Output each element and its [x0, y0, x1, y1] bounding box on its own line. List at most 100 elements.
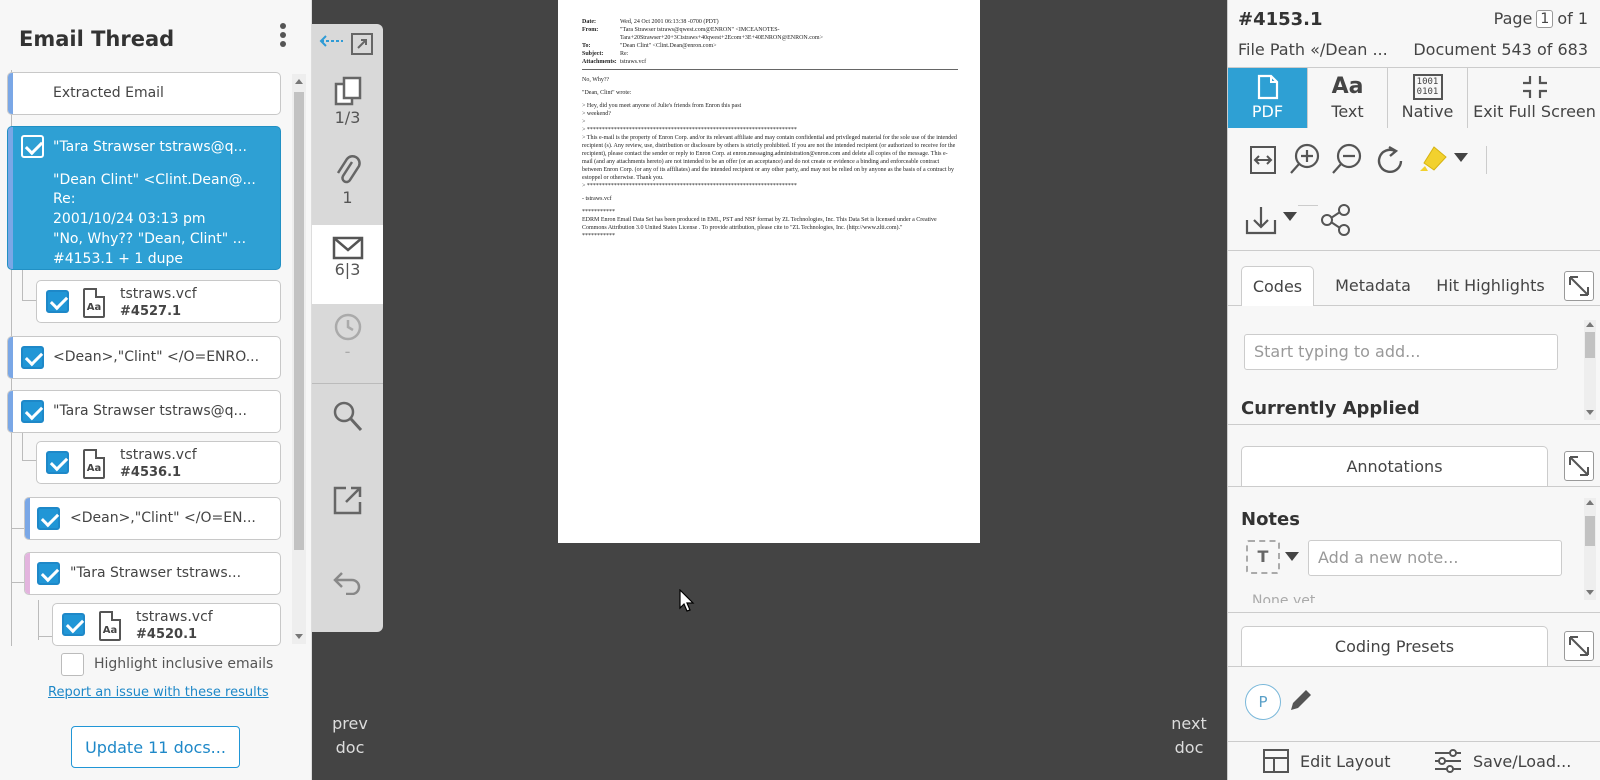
pencil-icon[interactable]	[1287, 686, 1315, 714]
paperclip-icon	[336, 155, 361, 184]
document-details-panel: #4153.1 Page 1 of 1 File Path «/Dean ...…	[1227, 0, 1600, 780]
layout-icon	[1263, 749, 1289, 773]
tab-coding-presets[interactable]: Coding Presets	[1241, 626, 1548, 666]
email-body-paragraph: "Dean, Clint" wrote:	[582, 90, 632, 96]
notes-scrollbar[interactable]	[1584, 498, 1596, 600]
codes-search-input[interactable]: Start typing to add...	[1244, 334, 1558, 370]
codes-scrollbar[interactable]	[1584, 320, 1596, 420]
document-count: Document 543 of 683	[1413, 40, 1588, 59]
thread-item-email[interactable]: <Dean>,"Clint" </O=EN...	[24, 497, 281, 540]
panel-footer: Edit Layout Save/Load...	[1228, 741, 1600, 780]
collapse-arrow-icon[interactable]	[318, 34, 346, 48]
thread-scrollbar[interactable]	[292, 74, 306, 644]
file-icon: Aa	[99, 611, 121, 641]
email-header-row: Date: Wed, 24 Oct 2001 06:13:38 -0700 (PD…	[582, 19, 719, 25]
add-note-input[interactable]: Add a new note...	[1308, 540, 1562, 576]
rotate-icon[interactable]	[1375, 145, 1407, 177]
tab-hit-highlights[interactable]: Hit Highlights	[1428, 266, 1553, 306]
prev-doc-button[interactable]: prev doc	[320, 712, 380, 760]
zoom-out-icon[interactable]	[1330, 142, 1364, 176]
search-icon[interactable]	[312, 400, 383, 434]
item-checkbox[interactable]	[21, 135, 44, 158]
viewer-tool-strip: 1/3 1 6|3 -	[312, 24, 383, 632]
tab-codes[interactable]: Codes	[1241, 266, 1314, 306]
tab-native[interactable]: 1001 0101 Native	[1388, 68, 1468, 128]
item-checkbox[interactable]	[21, 346, 44, 369]
tab-metadata[interactable]: Metadata	[1323, 266, 1423, 306]
fit-width-icon[interactable]	[1249, 145, 1277, 175]
pdf-file-icon	[1257, 74, 1278, 100]
email-body-paragraph: No, Why??	[582, 77, 610, 83]
tab-text[interactable]: Aa Text	[1308, 68, 1388, 128]
envelope-icon	[332, 236, 363, 260]
email-thread-button[interactable]: 6|3	[312, 236, 383, 279]
zoom-in-icon[interactable]	[1288, 142, 1322, 176]
item-checkbox[interactable]	[46, 290, 69, 313]
note-type-dropdown-icon[interactable]	[1285, 552, 1299, 561]
expand-codes-icon[interactable]	[1564, 271, 1594, 301]
email-header-row: To: "Dean Clint" <Clint.Dean@enron.com>	[582, 43, 717, 49]
highlighter-icon[interactable]	[1418, 143, 1452, 175]
highlight-inclusive-checkbox[interactable]	[61, 653, 84, 676]
notes-empty-text: None yet	[1252, 593, 1316, 603]
next-doc-button[interactable]: next doc	[1159, 712, 1219, 760]
currently-applied-heading: Currently Applied	[1241, 398, 1420, 419]
thread-item-attachment[interactable]: Aa tstraws.vcf #4536.1	[36, 441, 281, 484]
save-load-button[interactable]: Save/Load...	[1433, 748, 1571, 774]
email-header-row: Attachments: tstraws.vcf	[582, 59, 647, 65]
thread-item-attachment[interactable]: Aa tstraws.vcf #4520.1	[52, 603, 281, 646]
thread-item-selected-email[interactable]: "Tara Strawser tstraws@q... "Dean Clint"…	[7, 126, 281, 270]
item-checkbox[interactable]	[21, 400, 44, 423]
item-checkbox[interactable]	[37, 507, 60, 530]
file-icon: Aa	[83, 288, 105, 318]
document-content: Date: Wed, 24 Oct 2001 06:13:38 -0700 (PD…	[582, 18, 958, 245]
download-icon[interactable]	[1244, 204, 1278, 236]
attachments-button[interactable]: 1	[312, 154, 383, 207]
page-indicator: Page 1 of 1	[1493, 9, 1588, 28]
email-body-paragraph: > Hey, did you meet anyone of Julie's fr…	[582, 103, 957, 189]
share-icon[interactable]	[1320, 203, 1352, 237]
notes-heading: Notes	[1241, 509, 1300, 530]
history-button[interactable]: -	[312, 312, 383, 361]
preset-avatar[interactable]: P	[1245, 684, 1281, 720]
note-type-button[interactable]: T	[1246, 540, 1280, 574]
item-checkbox[interactable]	[37, 562, 60, 585]
update-docs-button[interactable]: Update 11 docs...	[71, 726, 240, 768]
tab-exit-full-screen[interactable]: Exit Full Screen	[1468, 68, 1600, 128]
view-mode-tabs: PDF Aa Text 1001 0101 Native Exit Full S…	[1228, 67, 1600, 128]
expand-presets-icon[interactable]	[1564, 631, 1594, 661]
sliders-icon	[1435, 749, 1461, 773]
tab-annotations[interactable]: Annotations	[1241, 446, 1548, 486]
kebab-menu-icon[interactable]	[278, 22, 288, 50]
expand-annotations-icon[interactable]	[1564, 451, 1594, 481]
panel-title: Email Thread	[19, 27, 175, 51]
tab-pdf[interactable]: PDF	[1228, 68, 1308, 128]
thread-item-extracted-email[interactable]: Extracted Email	[7, 72, 281, 115]
item-checkbox[interactable]	[46, 451, 69, 474]
fullscreen-icon[interactable]	[348, 32, 376, 56]
exit-fullscreen-icon	[1522, 76, 1547, 98]
undo-arrow-icon[interactable]	[312, 569, 383, 595]
highlight-inclusive-label: Highlight inclusive emails	[94, 656, 274, 672]
mouse-cursor-icon	[679, 589, 695, 612]
item-checkbox[interactable]	[62, 613, 85, 636]
thread-item-email[interactable]: <Dean>,"Clint" </O=ENRO...	[7, 336, 281, 379]
pages-icon	[334, 76, 361, 106]
highlighter-dropdown-icon[interactable]	[1454, 153, 1468, 162]
thread-item-email[interactable]: "Tara Strawser tstraws...	[24, 552, 281, 595]
open-external-icon[interactable]	[312, 484, 383, 516]
text-icon: Aa	[1331, 74, 1364, 99]
thread-item-email[interactable]: "Tara Strawser tstraws@q...	[7, 390, 281, 433]
download-dropdown-icon[interactable]	[1283, 212, 1297, 221]
page-number-input[interactable]: 1	[1536, 9, 1554, 28]
email-thread-panel: Email Thread Extracted Email "Tara Straw…	[0, 0, 312, 780]
email-header-row: Subject: Re:	[582, 51, 629, 57]
edit-layout-button[interactable]: Edit Layout	[1262, 748, 1390, 774]
thread-tree: Extracted Email "Tara Strawser tstraws@q…	[0, 70, 312, 646]
file-path[interactable]: File Path «/Dean ...	[1238, 40, 1388, 59]
pages-button[interactable]: 1/3	[312, 76, 383, 127]
thread-item-attachment[interactable]: Aa tstraws.vcf #4527.1	[36, 280, 281, 323]
binary-file-icon: 1001 0101	[1412, 74, 1443, 100]
report-issue-link[interactable]: Report an issue with these results	[48, 685, 269, 700]
document-id: #4153.1	[1238, 9, 1323, 30]
